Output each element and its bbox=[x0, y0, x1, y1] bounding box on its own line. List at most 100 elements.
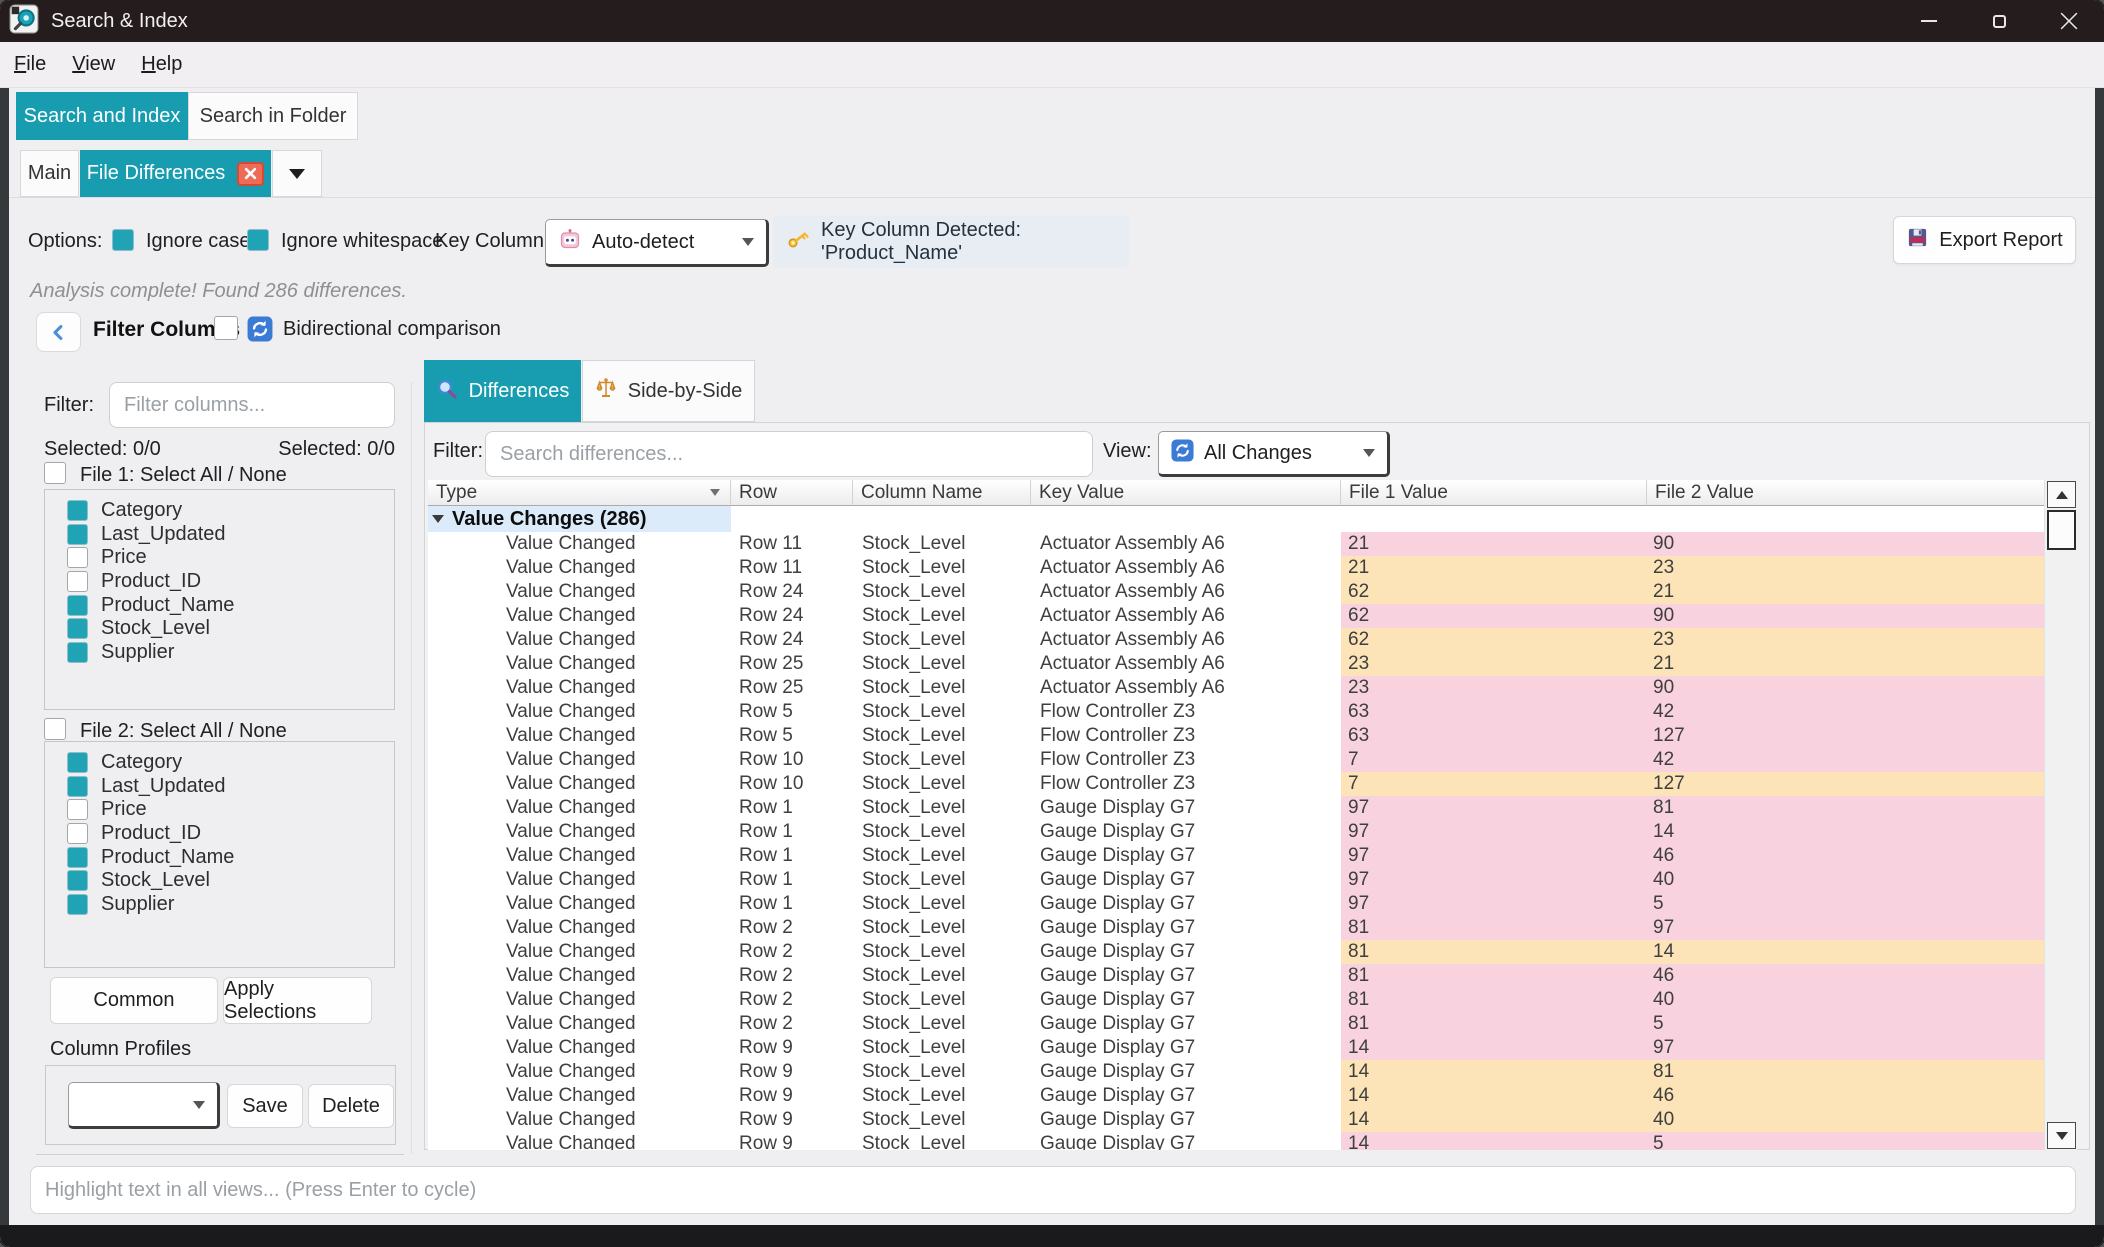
highlight-text-input[interactable] bbox=[30, 1166, 2076, 1214]
save-profile-button[interactable]: Save bbox=[227, 1084, 303, 1128]
column-checkbox[interactable] bbox=[67, 823, 88, 844]
file1-column-list: Category Last_Updated Price Product_ID P… bbox=[44, 489, 395, 710]
column-checkbox[interactable] bbox=[67, 547, 88, 568]
search-differences-input[interactable] bbox=[485, 431, 1093, 477]
table-row[interactable]: Value Changed Row 9 Stock_Level Gauge Di… bbox=[428, 1036, 2044, 1060]
column-checkbox[interactable] bbox=[67, 847, 88, 868]
column-checkbox-item[interactable]: Category bbox=[45, 499, 394, 523]
table-row[interactable]: Value Changed Row 1 Stock_Level Gauge Di… bbox=[428, 892, 2044, 916]
column-checkbox[interactable] bbox=[67, 870, 88, 891]
cell-row: Row 2 bbox=[731, 1012, 853, 1036]
column-checkbox-item[interactable]: Product_ID bbox=[45, 822, 394, 846]
filter-columns-input[interactable] bbox=[109, 382, 395, 428]
column-checkbox-item[interactable]: Category bbox=[45, 751, 394, 775]
column-checkbox-item[interactable]: Last_Updated bbox=[45, 775, 394, 799]
tab-list-dropdown[interactable] bbox=[272, 150, 322, 197]
column-checkbox-item[interactable]: Price bbox=[45, 546, 394, 570]
collapse-sidebar-button[interactable] bbox=[36, 312, 81, 352]
col-header-file2-value[interactable]: File 2 Value bbox=[1647, 480, 2044, 506]
table-row[interactable]: Value Changed Row 25 Stock_Level Actuato… bbox=[428, 676, 2044, 700]
column-checkbox[interactable] bbox=[67, 894, 88, 915]
table-row[interactable]: Value Changed Row 10 Stock_Level Flow Co… bbox=[428, 772, 2044, 796]
tab-search-in-folder[interactable]: Search in Folder bbox=[188, 92, 358, 140]
column-checkbox-item[interactable]: Supplier bbox=[45, 893, 394, 917]
common-button[interactable]: Common bbox=[50, 977, 218, 1024]
tab-differences[interactable]: Differences bbox=[424, 360, 581, 423]
ignore-case-checkbox[interactable] bbox=[112, 229, 134, 251]
file1-select-all-checkbox[interactable] bbox=[44, 462, 66, 484]
sidebar-splitter[interactable] bbox=[411, 382, 412, 1154]
col-header-column-name[interactable]: Column Name bbox=[853, 480, 1031, 506]
apply-selections-button[interactable]: Apply Selections bbox=[223, 977, 372, 1024]
tab-main[interactable]: Main bbox=[20, 150, 79, 197]
export-report-button[interactable]: Export Report bbox=[1893, 216, 2076, 264]
tab-file-differences[interactable]: File Differences bbox=[80, 150, 271, 197]
table-row[interactable]: Value Changed Row 24 Stock_Level Actuato… bbox=[428, 604, 2044, 628]
column-checkbox[interactable] bbox=[67, 642, 88, 663]
group-row-value-changes[interactable]: Value Changes (286) bbox=[428, 506, 2044, 532]
column-checkbox-item[interactable]: Price bbox=[45, 798, 394, 822]
col-header-key-value[interactable]: Key Value bbox=[1031, 480, 1341, 506]
table-row[interactable]: Value Changed Row 2 Stock_Level Gauge Di… bbox=[428, 1012, 2044, 1036]
column-checkbox[interactable] bbox=[67, 799, 88, 820]
profile-select[interactable] bbox=[68, 1082, 220, 1129]
table-row[interactable]: Value Changed Row 5 Stock_Level Flow Con… bbox=[428, 724, 2044, 748]
column-checkbox-item[interactable]: Product_Name bbox=[45, 845, 394, 869]
view-select[interactable]: All Changes bbox=[1158, 431, 1390, 477]
maximize-button[interactable] bbox=[1964, 0, 2034, 42]
delete-profile-button[interactable]: Delete bbox=[308, 1084, 394, 1128]
scroll-down-button[interactable] bbox=[2047, 1122, 2076, 1149]
column-checkbox-item[interactable]: Product_ID bbox=[45, 570, 394, 594]
column-checkbox-item[interactable]: Product_Name bbox=[45, 593, 394, 617]
scroll-up-button[interactable] bbox=[2047, 481, 2076, 508]
table-row[interactable]: Value Changed Row 1 Stock_Level Gauge Di… bbox=[428, 796, 2044, 820]
menu-file[interactable]: File bbox=[14, 53, 46, 76]
col-header-file1-value[interactable]: File 1 Value bbox=[1341, 480, 1647, 506]
column-checkbox-item[interactable]: Supplier bbox=[45, 641, 394, 665]
table-row[interactable]: Value Changed Row 9 Stock_Level Gauge Di… bbox=[428, 1108, 2044, 1132]
table-row[interactable]: Value Changed Row 1 Stock_Level Gauge Di… bbox=[428, 844, 2044, 868]
ignore-whitespace-checkbox[interactable] bbox=[247, 229, 269, 251]
column-checkbox-item[interactable]: Stock_Level bbox=[45, 869, 394, 893]
table-row[interactable]: Value Changed Row 2 Stock_Level Gauge Di… bbox=[428, 940, 2044, 964]
table-row[interactable]: Value Changed Row 10 Stock_Level Flow Co… bbox=[428, 748, 2044, 772]
col-header-type[interactable]: Type bbox=[428, 480, 731, 506]
close-tab-button[interactable] bbox=[237, 162, 264, 186]
table-row[interactable]: Value Changed Row 9 Stock_Level Gauge Di… bbox=[428, 1132, 2044, 1150]
table-row[interactable]: Value Changed Row 5 Stock_Level Flow Con… bbox=[428, 700, 2044, 724]
table-row[interactable]: Value Changed Row 24 Stock_Level Actuato… bbox=[428, 580, 2044, 604]
table-scrollbar[interactable] bbox=[2044, 480, 2077, 1150]
column-checkbox[interactable] bbox=[67, 571, 88, 592]
table-row[interactable]: Value Changed Row 25 Stock_Level Actuato… bbox=[428, 652, 2044, 676]
menu-help[interactable]: Help bbox=[141, 53, 182, 76]
menu-view[interactable]: View bbox=[72, 53, 115, 76]
close-button[interactable] bbox=[2034, 0, 2104, 42]
key-column-select[interactable]: Auto-detect bbox=[545, 219, 769, 267]
table-row[interactable]: Value Changed Row 2 Stock_Level Gauge Di… bbox=[428, 988, 2044, 1012]
expander-icon[interactable] bbox=[432, 515, 444, 523]
table-row[interactable]: Value Changed Row 2 Stock_Level Gauge Di… bbox=[428, 916, 2044, 940]
column-checkbox[interactable] bbox=[67, 618, 88, 639]
column-checkbox-item[interactable]: Stock_Level bbox=[45, 617, 394, 641]
table-row[interactable]: Value Changed Row 9 Stock_Level Gauge Di… bbox=[428, 1084, 2044, 1108]
scrollbar-thumb[interactable] bbox=[2047, 510, 2076, 550]
tab-search-and-index[interactable]: Search and Index bbox=[16, 92, 188, 140]
column-checkbox-item[interactable]: Last_Updated bbox=[45, 523, 394, 547]
column-checkbox[interactable] bbox=[67, 500, 88, 521]
tab-side-by-side[interactable]: Side-by-Side bbox=[582, 360, 755, 422]
table-row[interactable]: Value Changed Row 9 Stock_Level Gauge Di… bbox=[428, 1060, 2044, 1084]
table-row[interactable]: Value Changed Row 1 Stock_Level Gauge Di… bbox=[428, 820, 2044, 844]
table-row[interactable]: Value Changed Row 1 Stock_Level Gauge Di… bbox=[428, 868, 2044, 892]
col-header-row[interactable]: Row bbox=[731, 480, 853, 506]
table-row[interactable]: Value Changed Row 11 Stock_Level Actuato… bbox=[428, 532, 2044, 556]
minimize-button[interactable] bbox=[1894, 0, 1964, 42]
table-row[interactable]: Value Changed Row 2 Stock_Level Gauge Di… bbox=[428, 964, 2044, 988]
column-checkbox[interactable] bbox=[67, 752, 88, 773]
column-checkbox[interactable] bbox=[67, 524, 88, 545]
file2-select-all-checkbox[interactable] bbox=[44, 718, 66, 740]
table-row[interactable]: Value Changed Row 24 Stock_Level Actuato… bbox=[428, 628, 2044, 652]
table-row[interactable]: Value Changed Row 11 Stock_Level Actuato… bbox=[428, 556, 2044, 580]
bidirectional-checkbox[interactable] bbox=[214, 316, 238, 340]
column-checkbox[interactable] bbox=[67, 776, 88, 797]
column-checkbox[interactable] bbox=[67, 595, 88, 616]
